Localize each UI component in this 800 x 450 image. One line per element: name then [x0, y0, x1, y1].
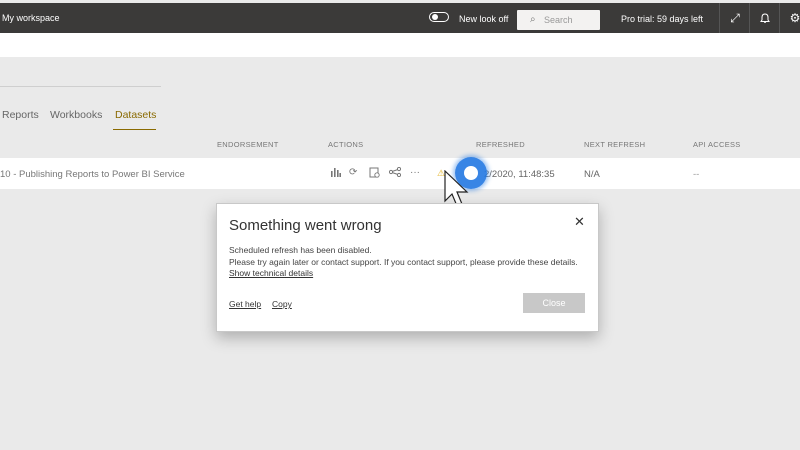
column-header-endorsement[interactable]: ENDORSEMENT: [217, 140, 279, 149]
schedule-icon[interactable]: [369, 167, 380, 181]
search-icon: ⌕: [530, 14, 536, 25]
toggle-knob: [432, 14, 438, 20]
bell-icon[interactable]: [749, 3, 780, 33]
column-header-next-refresh[interactable]: NEXT REFRESH: [584, 140, 645, 149]
search-input[interactable]: ⌕ Search: [517, 10, 600, 30]
new-look-label: New look off: [459, 14, 509, 24]
expand-icon[interactable]: ⤢: [719, 3, 750, 33]
column-header-refreshed[interactable]: REFRESHED: [476, 140, 525, 149]
table-row: 10 - Publishing Reports to Power BI Serv…: [0, 158, 800, 189]
dialog-message-line1: Scheduled refresh has been disabled.: [229, 245, 372, 255]
divider: [0, 86, 161, 87]
close-icon[interactable]: ✕: [574, 214, 585, 230]
dialog-title: Something went wrong: [229, 217, 382, 234]
tab-datasets[interactable]: Datasets: [115, 109, 156, 121]
chart-icon[interactable]: [330, 167, 341, 180]
refreshed-value: 2/2020, 11:48:35: [484, 169, 555, 180]
gear-icon[interactable]: ⚙: [779, 3, 800, 33]
pro-trial-label[interactable]: Pro trial: 59 days left: [621, 14, 703, 24]
tab-workbooks[interactable]: Workbooks: [50, 109, 102, 121]
show-technical-details-link[interactable]: Show technical details: [229, 268, 313, 278]
close-button[interactable]: Close: [523, 293, 585, 313]
search-placeholder: Search: [544, 15, 573, 25]
get-help-link[interactable]: Get help: [229, 299, 261, 309]
copy-link[interactable]: Copy: [272, 299, 292, 309]
more-icon[interactable]: ···: [410, 167, 420, 178]
column-header-api-access[interactable]: API ACCESS: [693, 140, 741, 149]
dataset-name[interactable]: 10 - Publishing Reports to Power BI Serv…: [0, 169, 185, 180]
column-header-actions: ACTIONS: [328, 140, 364, 149]
share-icon[interactable]: [388, 166, 402, 180]
tab-reports[interactable]: Reports: [2, 109, 39, 121]
workspace-title[interactable]: My workspace: [2, 13, 60, 23]
dialog-message-line2: Please try again later or contact suppor…: [229, 257, 578, 267]
error-dialog: Something went wrong ✕ Scheduled refresh…: [216, 203, 599, 332]
header-band: [0, 33, 800, 57]
refresh-icon[interactable]: ⟳: [349, 167, 357, 178]
new-look-toggle[interactable]: [429, 12, 449, 22]
next-refresh-value: N/A: [584, 169, 600, 180]
active-tab-indicator: [113, 129, 156, 130]
top-bar: My workspace New look off ⌕ Search Pro t…: [0, 3, 800, 33]
api-access-value: --: [693, 169, 700, 180]
